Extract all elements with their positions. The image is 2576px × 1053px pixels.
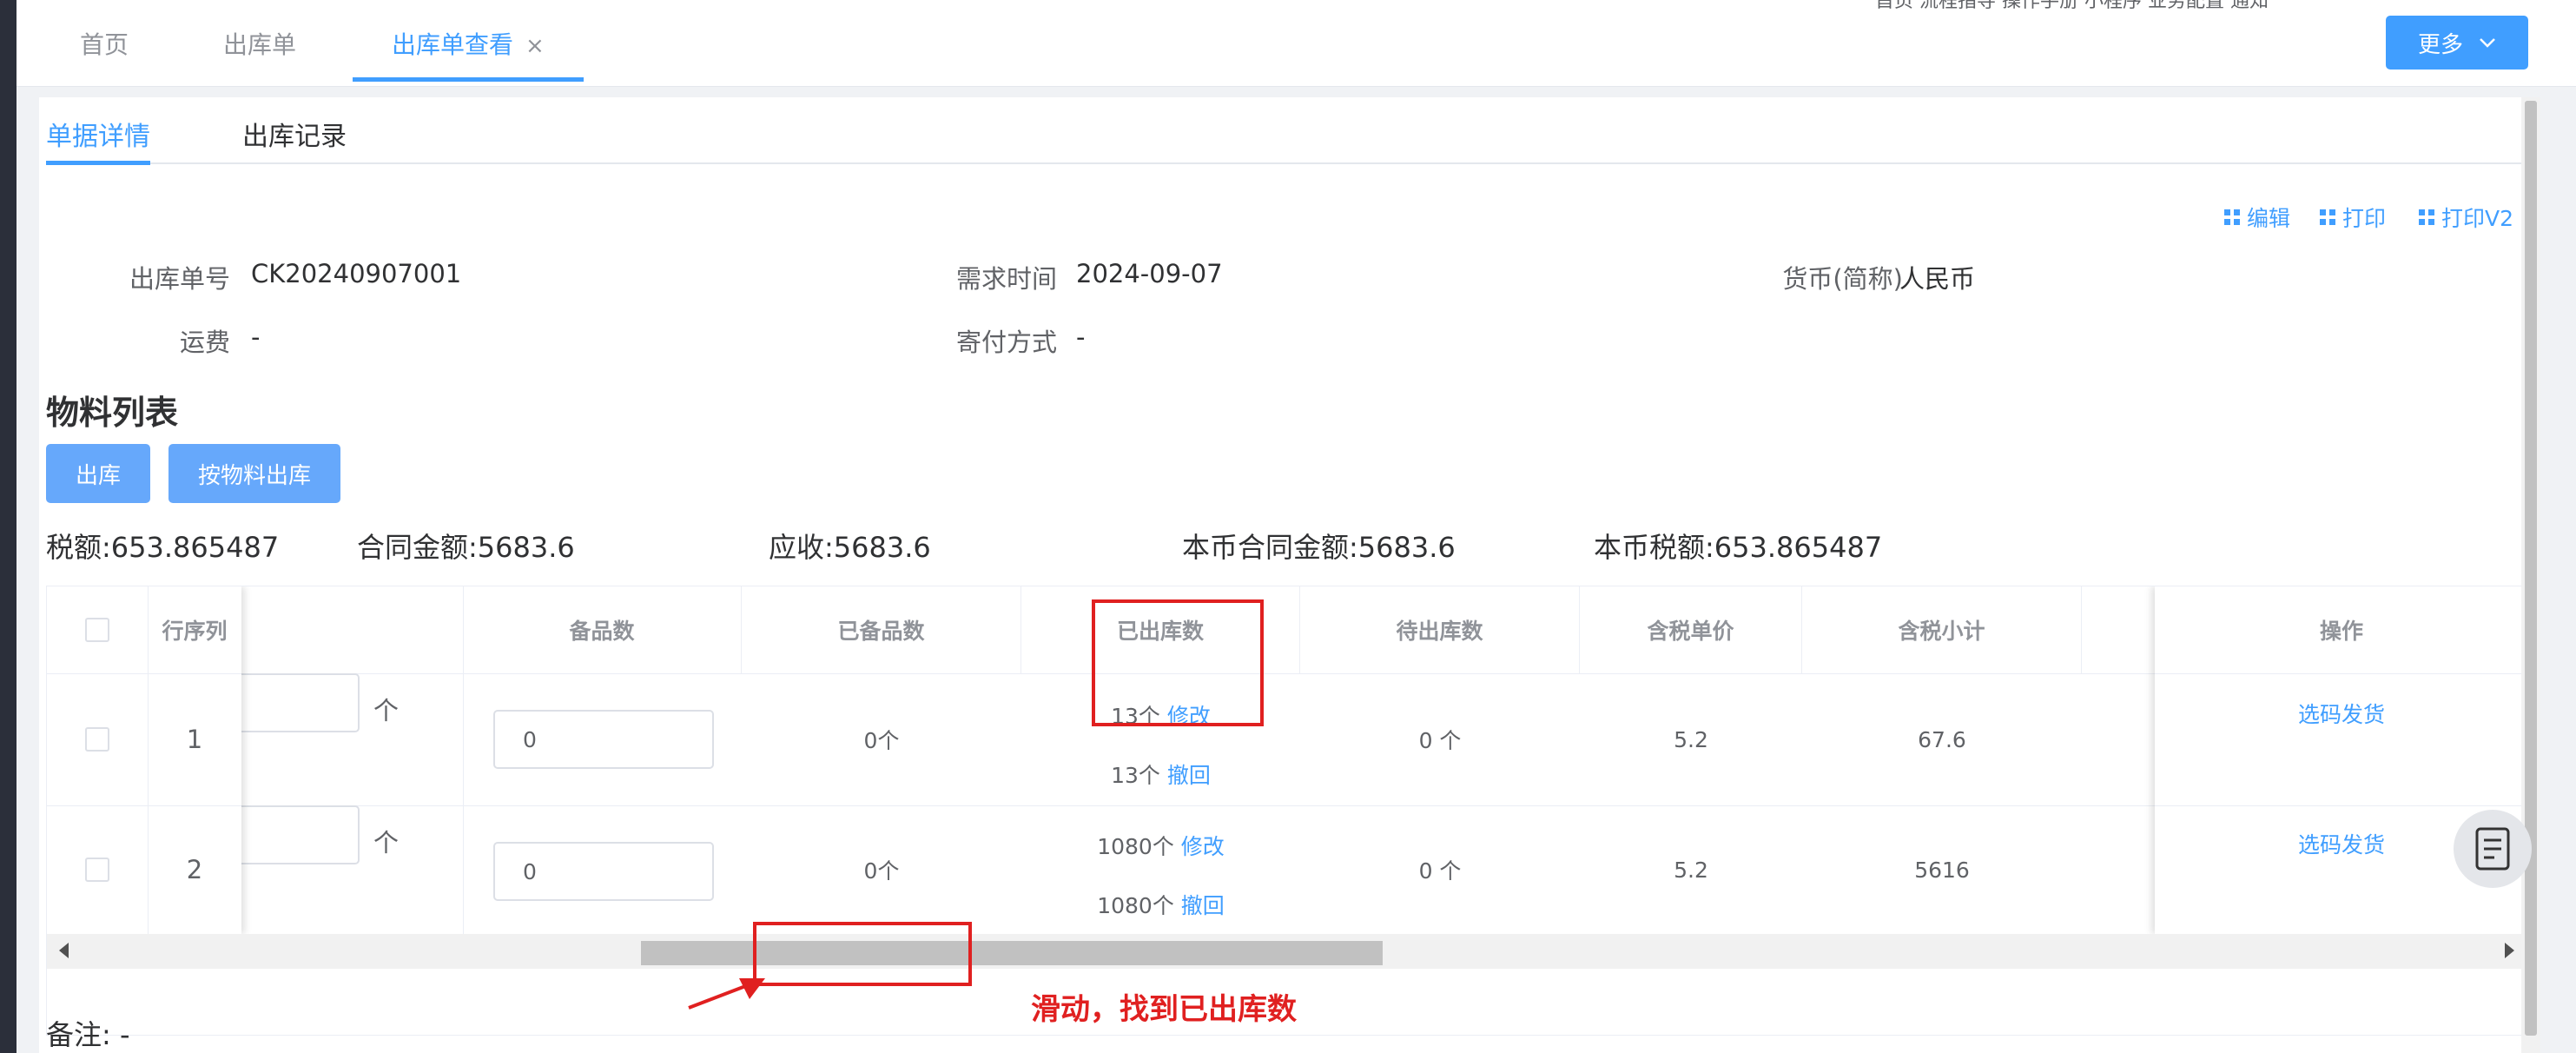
document-float-button[interactable] [2454,810,2532,888]
top-tab-bar: 首页 流程指导 操作手册 小程序 业务配置 通知 首页 出库单 出库单查看 × 更… [17,0,2576,87]
freight-label: 运费 [179,328,230,357]
row-seq-cell: 2 [186,855,203,884]
qty-input[interactable] [238,673,360,732]
delivery-label: 寄付方式 [955,328,1057,357]
tab-outbound-view[interactable]: 出库单查看 × [392,26,545,61]
col-spare-qty: 备品数 [463,586,742,673]
edit-action[interactable]: 编辑 [2224,202,2290,233]
unit-label: 个 [373,828,400,858]
horizontal-scrollbar[interactable] [47,934,2526,969]
outbound-by-material-button[interactable]: 按物料出库 [168,444,340,503]
pending-cell: 0 个 [1418,858,1462,884]
stat-local-tax: 本币税额:653.865487 [1594,531,1883,564]
fixed-left-columns: 行序列 1 2 [47,586,241,934]
grid-icon [2320,209,2335,225]
delivery-value: - [1076,322,1086,352]
col-subtotal: 含税小计 [1802,586,2082,673]
order-no-label: 出库单号 [129,264,230,294]
unit-price-cell: 5.2 [1674,726,1708,752]
tab-outbound-orders[interactable]: 出库单 [223,26,296,61]
more-button[interactable]: 更多 [2386,16,2528,70]
demand-time-value: 2024-09-07 [1076,259,1223,288]
col-spared: 已备品数 [742,586,1021,673]
active-subtab-indicator [46,161,150,165]
top-nav-strip[interactable]: 首页 流程指导 操作手册 小程序 业务配置 通知 [1875,0,2269,12]
unit-label: 个 [373,696,400,725]
stat-receivable: 应收:5683.6 [769,531,931,564]
scroll-left-icon[interactable] [59,943,69,958]
active-tab-indicator [353,77,584,82]
print-action[interactable]: 打印 [2320,202,2386,233]
print-v2-label: 打印V2 [2441,206,2514,231]
document-icon [2475,827,2510,871]
spared-cell: 0个 [863,858,900,884]
annotation-text: 滑动，找到已出库数 [1031,992,1297,1027]
close-icon[interactable]: × [525,33,545,59]
tab-outbound-view-label: 出库单查看 [392,30,514,59]
print-v2-action[interactable]: 打印V2 [2419,202,2513,233]
stat-tax: 税额:653.865487 [46,531,280,564]
shipped-qty: 1080个 [1097,834,1174,859]
arrow-icon [688,978,765,1010]
modify-link[interactable]: 修改 [1181,830,1225,861]
shipped-qty: 1080个 [1097,893,1174,918]
stat-local-contract-amount: 本币合同金额:5683.6 [1182,531,1456,564]
select-all-checkbox[interactable] [85,618,109,642]
row-divider [2155,805,2526,806]
pending-cell: 0 个 [1418,728,1462,753]
more-button-label: 更多 [2417,31,2463,58]
scroll-right-icon[interactable] [2505,943,2514,958]
subtotal-cell: 5616 [1914,857,1970,883]
currency-label: 货币(简称) [1782,264,1903,294]
tab-home[interactable]: 首页 [80,26,129,61]
page: 首页 流程指导 操作手册 小程序 业务配置 通知 首页 出库单 出库单查看 × 更… [17,0,2576,1053]
col-pending: 待出库数 [1300,586,1580,673]
spared-cell: 0个 [863,728,900,753]
fixed-right-columns: 操作 选码发货 选码发货 [2155,586,2526,934]
section-title: 物料列表 [46,394,179,432]
spare-qty-input[interactable]: 0 [493,842,714,901]
shipped-cell: 1080个 撤回 [1021,887,1300,922]
qty-input[interactable] [238,805,360,864]
row-seq-cell: 1 [186,725,203,754]
unit-price-cell: 5.2 [1674,857,1708,883]
revoke-link[interactable]: 撤回 [1167,758,1211,790]
spare-qty-input[interactable]: 0 [493,710,714,769]
vertical-scrollbar[interactable] [2521,97,2540,1053]
shipped-cell: 13个 撤回 [1021,757,1300,791]
highlight-scrollbar [753,922,972,986]
subtotal-cell: 67.6 [1918,726,1966,752]
highlight-shipped-header [1092,599,1264,726]
subtab-divider [46,162,2526,164]
freight-value: - [251,322,261,352]
col-ops: 操作 [2319,619,2363,644]
sidebar-edge [0,0,17,1053]
chevron-down-icon [2480,38,2495,48]
select-code-ship-link[interactable]: 选码发货 [2155,696,2526,731]
print-label: 打印 [2342,206,2387,231]
tab-outbound-records[interactable]: 出库记录 [242,115,347,153]
revoke-link[interactable]: 撤回 [1181,889,1225,920]
vertical-scrollbar-thumb[interactable] [2525,101,2537,1036]
shipped-cell: 1080个 修改 [1021,828,1300,863]
row-checkbox[interactable] [85,727,109,752]
grid-icon [2419,209,2434,225]
shipped-qty: 13个 [1111,763,1160,788]
edit-label: 编辑 [2247,206,2291,231]
outbound-button[interactable]: 出库 [46,444,150,503]
col-divider [463,586,464,934]
remark: 备注: - [46,1018,130,1051]
col-row-seq: 行序列 [162,619,228,644]
stat-contract-amount: 合同金额:5683.6 [357,531,575,564]
demand-time-label: 需求时间 [955,264,1057,294]
tab-document-details[interactable]: 单据详情 [46,115,150,153]
col-unit-price: 含税单价 [1580,586,1802,673]
detail-card: 单据详情 出库记录 编辑 打印 打印V2 出库单号 CK20240907001 … [39,97,2539,1053]
row-checkbox[interactable] [85,858,109,882]
material-table: 备品数 已备品数 已出库数 待出库数 含税单价 含税小计 个 0 0个 13个 … [46,586,2526,1036]
row-divider [2155,673,2526,674]
currency-value: 人民币 [1899,264,1976,294]
order-no-value: CK20240907001 [251,259,462,288]
grid-icon [2224,209,2240,225]
